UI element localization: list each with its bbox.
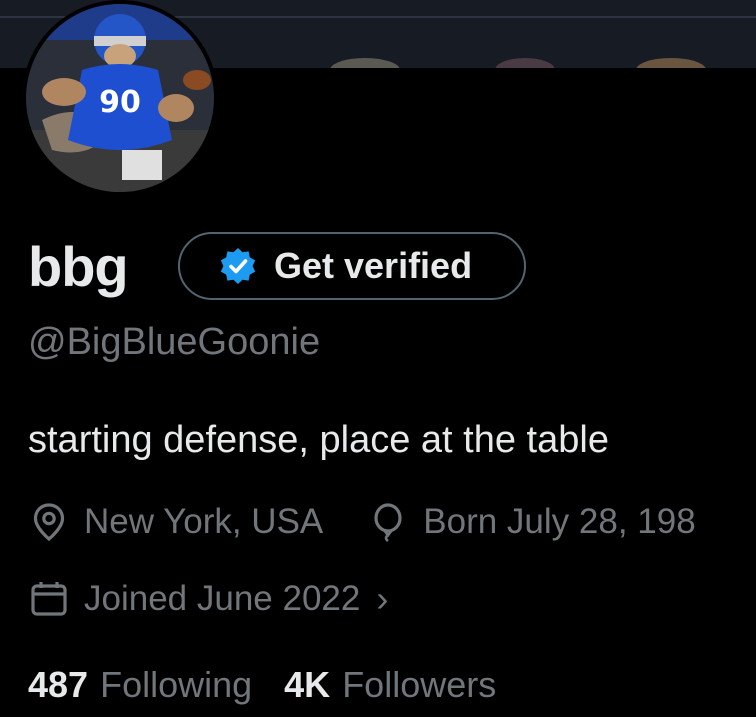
followers-link[interactable]: 4K Followers [284, 664, 496, 706]
svg-text:90: 90 [99, 85, 141, 120]
joined-text: Joined June 2022 [84, 579, 361, 618]
following-link[interactable]: 487 Following [28, 664, 252, 706]
birthday-item: Born July 28, 198 [367, 501, 696, 543]
display-name: bbg [28, 235, 129, 298]
joined-item[interactable]: Joined June 2022 › [28, 578, 388, 620]
following-count: 487 [28, 664, 89, 705]
profile-avatar[interactable]: 90 [22, 0, 218, 196]
chevron-right-icon: › [376, 578, 389, 619]
following-label: Following [100, 664, 253, 705]
location-pin-icon [33, 503, 65, 542]
follow-stats: 487 Following 4K Followers [28, 660, 528, 710]
banner-shape [495, 58, 555, 68]
profile-meta-row: New York, USA Born July 28, 198 [28, 497, 740, 547]
profile-bio: starting defense, place at the table [28, 419, 609, 461]
followers-count: 4K [284, 664, 331, 705]
calendar-icon [31, 582, 67, 616]
birthday-text: Born July 28, 198 [423, 502, 696, 541]
banner-shape [636, 58, 706, 68]
location-item: New York, USA [28, 501, 323, 543]
get-verified-button[interactable]: Get verified [178, 232, 526, 300]
location-text: New York, USA [84, 502, 324, 541]
joined-row[interactable]: Joined June 2022 › [28, 574, 388, 624]
banner-shape [330, 58, 400, 68]
get-verified-label: Get verified [274, 245, 473, 286]
balloon-icon [374, 503, 402, 543]
football-player-avatar-icon: 90 [22, 0, 218, 196]
user-handle: @BigBlueGoonie [28, 321, 321, 363]
followers-label: Followers [342, 664, 497, 705]
verified-badge-icon [220, 248, 256, 284]
